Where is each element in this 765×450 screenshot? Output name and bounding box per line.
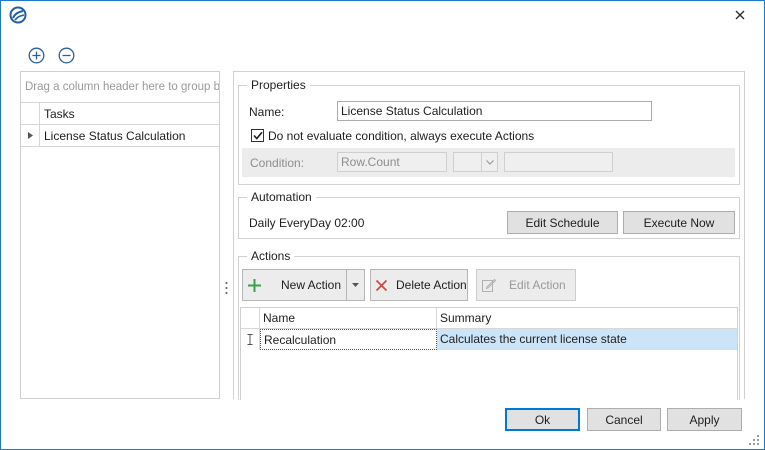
execute-now-button[interactable]: Execute Now (623, 211, 735, 234)
actions-grid-header: Name Summary (241, 308, 737, 329)
edit-action-label: Edit Action (509, 278, 566, 292)
row-indicator (241, 329, 260, 350)
ok-button[interactable]: Ok (505, 408, 580, 431)
chevron-down-icon (485, 159, 494, 165)
actions-grid: Name Summary Recalculation Calculates th… (240, 307, 738, 400)
edit-pencil-icon (482, 278, 496, 292)
resize-grip[interactable] (748, 434, 760, 446)
splitter-handle[interactable] (225, 280, 228, 296)
delete-action-label: Delete Action (396, 278, 467, 292)
dropdown-arrow-icon (352, 283, 359, 287)
summary-column-header[interactable]: Summary (437, 308, 737, 328)
new-action-label: New Action (281, 278, 342, 292)
task-row[interactable]: License Status Calculation (21, 125, 219, 147)
new-action-button[interactable]: New Action (242, 269, 365, 301)
delete-x-icon (376, 279, 387, 291)
name-field[interactable]: License Status Calculation (337, 101, 652, 121)
automation-legend: Automation (247, 190, 316, 204)
action-name-cell[interactable]: Recalculation (260, 329, 437, 350)
row-indicator-header (241, 308, 260, 328)
plus-icon (248, 278, 261, 292)
group-by-panel[interactable]: Drag a column header here to group by (21, 72, 219, 103)
always-execute-label: Do not evaluate condition, always execut… (268, 129, 535, 143)
tasks-grid: Drag a column header here to group by Ta… (20, 71, 220, 399)
plus-circle-icon (28, 47, 45, 64)
row-indicator (21, 125, 40, 146)
remove-task-button[interactable] (58, 47, 75, 64)
cancel-button[interactable]: Cancel (587, 408, 661, 431)
close-icon (735, 10, 745, 20)
name-column-header[interactable]: Name (260, 308, 437, 328)
delete-action-button[interactable]: Delete Action (370, 269, 468, 301)
action-row[interactable]: Recalculation Calculates the current lic… (241, 329, 737, 350)
resize-grip-icon (749, 435, 759, 445)
row-indicator-header (21, 103, 40, 124)
action-summary-cell[interactable]: Calculates the current license state (437, 329, 737, 350)
app-logo-icon (9, 6, 27, 24)
new-action-dropdown[interactable] (347, 283, 364, 287)
always-execute-checkbox[interactable] (251, 129, 264, 142)
current-row-arrow-icon (27, 132, 33, 139)
edit-schedule-button[interactable]: Edit Schedule (507, 211, 618, 234)
edit-action-button[interactable]: Edit Action (476, 269, 576, 301)
condition-label: Condition: (250, 156, 305, 170)
condition-operand-field[interactable] (504, 152, 613, 172)
close-button[interactable] (720, 5, 760, 25)
tasks-grid-header: Tasks (21, 103, 219, 125)
name-label: Name: (249, 105, 285, 119)
tasks-column-header[interactable]: Tasks (40, 103, 75, 124)
checkmark-icon (252, 131, 263, 140)
task-row-label: License Status Calculation (44, 129, 186, 143)
add-task-button[interactable] (28, 47, 45, 64)
actions-legend: Actions (247, 249, 295, 263)
properties-legend: Properties (247, 78, 310, 92)
text-cursor-icon (247, 334, 253, 345)
condition-field[interactable]: Row.Count (337, 152, 447, 172)
apply-button[interactable]: Apply (667, 408, 742, 431)
minus-circle-icon (58, 47, 75, 64)
schedule-text: Daily EveryDay 02:00 (249, 216, 365, 230)
condition-operator-select[interactable] (453, 152, 498, 172)
